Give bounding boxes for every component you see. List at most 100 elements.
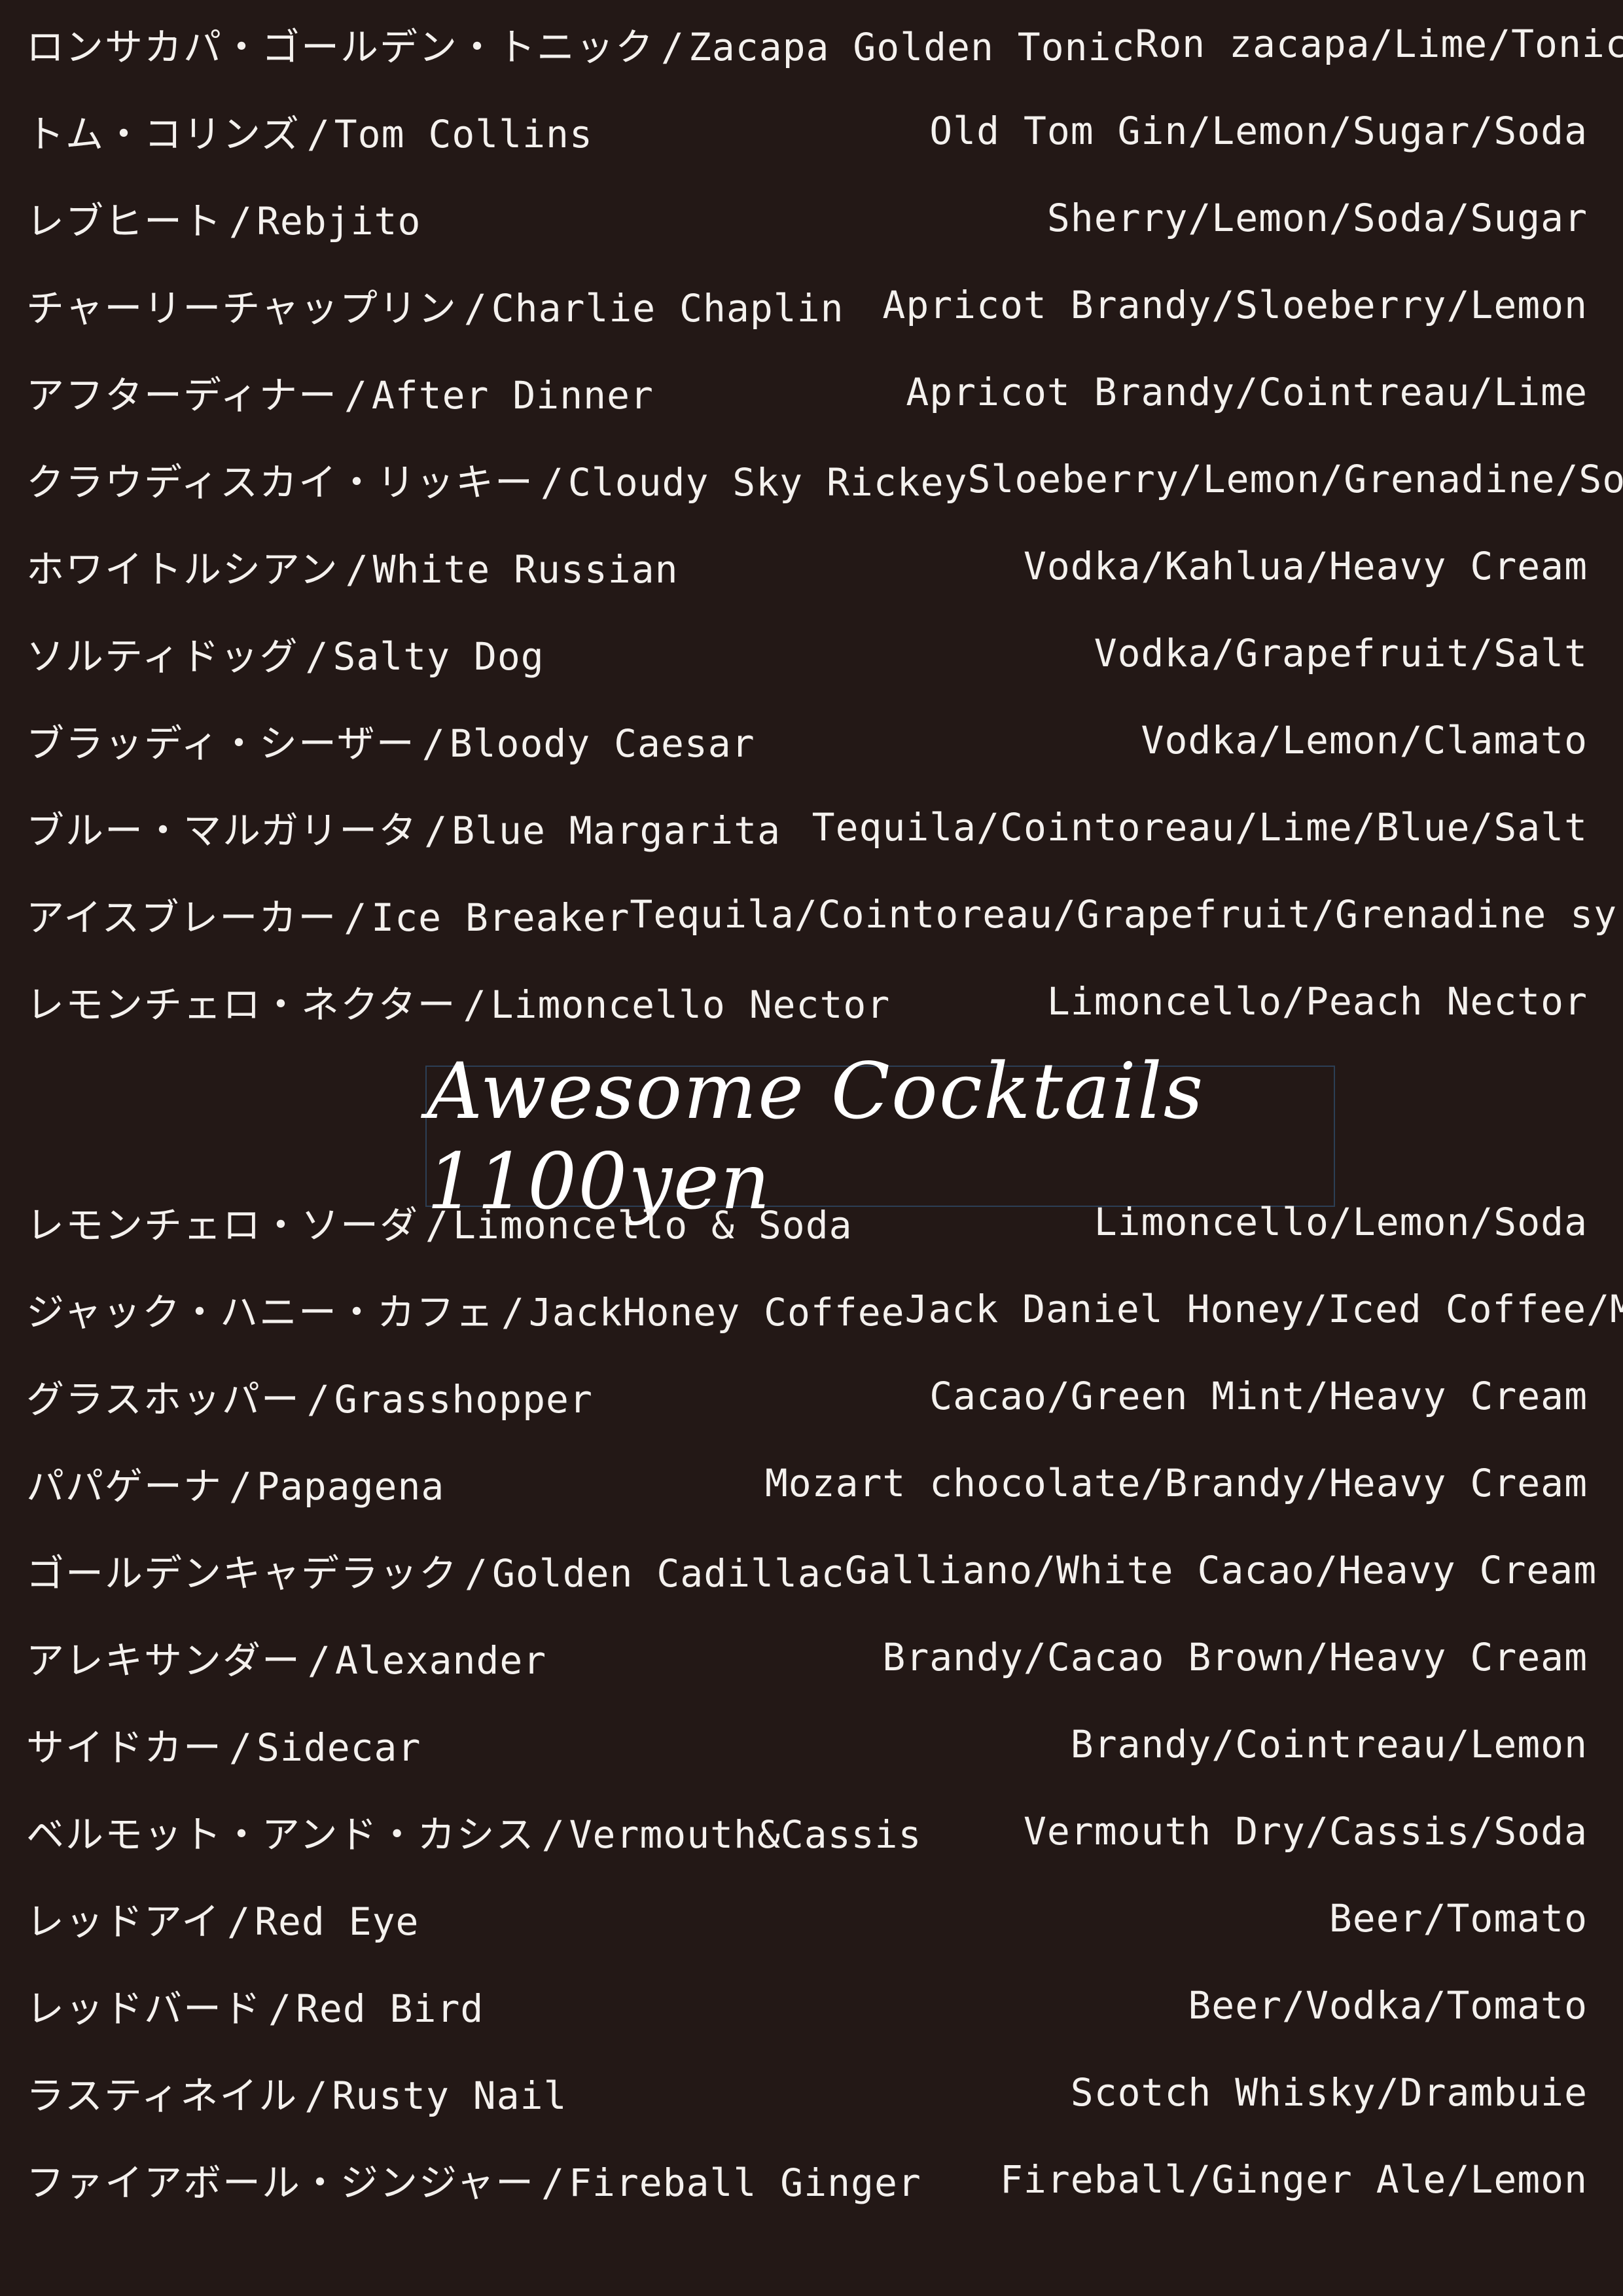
cocktail-name-en: After Dinner — [371, 372, 654, 418]
name-separator: / — [501, 1289, 525, 1335]
cocktail-name-jp: アイスブレーカー — [26, 895, 338, 940]
name-separator: / — [661, 24, 685, 69]
cocktail-ingredients: Galliano/White Cacao/Heavy Cream — [844, 1547, 1597, 1592]
cocktail-name-en: Red Bird — [295, 1986, 484, 2031]
menu-item: レモンチェロ・ソーダ / Limoncello & Soda Limoncello/L… — [26, 1178, 1588, 1265]
menu-item: ジャック・ハニー・カフェ / JackHoney Coffee Jack Daniel… — [26, 1265, 1623, 1352]
cocktail-ingredients: Limoncello/Peach Nector — [1046, 978, 1588, 1024]
cocktail-ingredients: Tequila/Cointoreau/Grapefruit/Grenadine … — [630, 891, 1623, 937]
cocktail-name-jp: チャーリーチャップリン — [26, 285, 457, 331]
cocktail-name-en: Tom Collins — [334, 111, 593, 156]
cocktail-name: アイスブレーカー / Ice Breaker — [26, 887, 630, 942]
cocktail-name: レモンチェロ・ソーダ / Limoncello & Soda — [26, 1194, 853, 1249]
cocktail-name: アフターディナー / After Dinner — [26, 365, 654, 420]
cocktail-ingredients: Apricot Brandy/Sloeberry/Lemon — [882, 282, 1588, 327]
menu-item: ロンサカパ・ゴールデン・トニック / Zacapa Golden Tonic Ron … — [26, 0, 1623, 87]
cocktail-name-en: Vermouth&Cassis — [569, 1812, 922, 1857]
name-separator: / — [541, 2160, 565, 2205]
cocktail-ingredients: Old Tom Gin/Lemon/Sugar/Soda — [929, 108, 1588, 153]
cocktail-name: ロンサカパ・ゴールデン・トニック / Zacapa Golden Tonic — [26, 16, 1135, 71]
cocktail-name-jp: レッドアイ — [26, 1899, 221, 1944]
cocktail-name-jp: グラスホッパー — [26, 1376, 300, 1422]
cocktail-name-en: Golden Cadillac — [491, 1551, 845, 1596]
cocktail-ingredients: Mozart chocolate/Brandy/Heavy Cream — [764, 1460, 1588, 1505]
cocktail-name-en: Zacapa Golden Tonic — [688, 24, 1135, 69]
menu-item: レブヒート / Rebjito Sherry/Lemon/Soda/Sugar — [26, 174, 1588, 261]
menu-item: ブルー・マルガリータ / Blue Margarita Tequila/Cointor… — [26, 783, 1588, 870]
cocktail-name-jp: パパゲーナ — [26, 1463, 223, 1509]
cocktail-name-jp: レブヒート — [26, 198, 223, 243]
cocktail-name-en: JackHoney Coffee — [528, 1289, 905, 1335]
menu-item: ラスティネイル / Rusty Nail Scotch Whisky/Drambuie — [26, 2049, 1588, 2136]
cocktail-ingredients: Brandy/Cacao Brown/Heavy Cream — [882, 1634, 1588, 1679]
name-separator: / — [463, 285, 488, 331]
cocktail-name-jp: サイドカー — [26, 1725, 223, 1770]
menu-item: クラウディスカイ・リッキー / Cloudy Sky Rickey Sloeberry… — [26, 435, 1623, 522]
menu-item: レッドバード / Red Bird Beer/Vodka/Tomato — [26, 1962, 1588, 2049]
cocktail-name: ゴールデンキャデラック / Golden Cadillac — [26, 1543, 845, 1598]
name-separator: / — [541, 1812, 565, 1857]
menu-item: アレキサンダー / Alexander Brandy/Cacao Brown/Heav… — [26, 1613, 1588, 1700]
cocktail-name: ファイアボール・ジンジャー / Fireball Ginger — [26, 2152, 921, 2207]
cocktail-name-jp: ロンサカパ・ゴールデン・トニック — [26, 24, 655, 69]
name-separator: / — [306, 111, 330, 156]
cocktail-ingredients: Ron zacapa/Lime/Tonic — [1135, 21, 1623, 66]
menu-item: ホワイトルシアン / White Russian Vodka/Kahlua/Heavy… — [26, 522, 1588, 609]
cocktail-name-jp: ブルー・マルガリータ — [26, 808, 418, 853]
menu-section-top: ロンサカパ・ゴールデン・トニック / Zacapa Golden Tonic Ron … — [26, 0, 1623, 1045]
name-separator: / — [424, 808, 448, 853]
cocktail-name: チャーリーチャップリン / Charlie Chaplin — [26, 278, 844, 332]
cocktail-name-jp: ラスティネイル — [26, 2073, 298, 2118]
menu-item: ゴールデンキャデラック / Golden Cadillac Galliano/Whit… — [26, 1526, 1596, 1613]
cocktail-name-jp: トム・コリンズ — [26, 111, 300, 156]
cocktail-ingredients: Vermouth Dry/Cassis/Soda — [1023, 1808, 1588, 1854]
name-separator: / — [305, 634, 329, 679]
cocktail-ingredients: Beer/Vodka/Tomato — [1188, 1982, 1588, 2028]
name-separator: / — [229, 1725, 253, 1770]
cocktail-name-en: Ice Breaker — [371, 895, 630, 940]
cocktail-ingredients: Cacao/Green Mint/Heavy Cream — [929, 1373, 1588, 1418]
cocktail-ingredients: Fireball/Ginger Ale/Lemon — [1000, 2157, 1588, 2202]
menu-item: パパゲーナ / Papagena Mozart chocolate/Brandy/He… — [26, 1439, 1588, 1526]
cocktail-name-en: Grasshopper — [334, 1376, 593, 1422]
menu-item: サイドカー / Sidecar Brandy/Cointreau/Lemon — [26, 1700, 1588, 1787]
menu-item: ソルティドッグ / Salty Dog Vodka/Grapefruit/Salt — [26, 609, 1588, 696]
cocktail-ingredients: Sherry/Lemon/Soda/Sugar — [1046, 195, 1588, 240]
cocktail-name-jp: ジャック・ハニー・カフェ — [26, 1289, 495, 1335]
name-separator: / — [540, 459, 564, 505]
cocktail-ingredients: Beer/Tomato — [1329, 1895, 1588, 1941]
name-separator: / — [306, 1376, 330, 1422]
name-separator: / — [344, 895, 368, 940]
cocktail-name-jp: レモンチェロ・ネクター — [26, 982, 457, 1027]
cocktail-name: トム・コリンズ / Tom Collins — [26, 103, 593, 158]
menu-item: ブラッディ・シーザー / Bloody Caesar Vodka/Lemon/Clam… — [26, 696, 1588, 783]
name-separator: / — [268, 1986, 292, 2031]
name-separator: / — [344, 372, 368, 418]
cocktail-name-jp: レモンチェロ・ソーダ — [26, 1202, 419, 1247]
name-separator: / — [345, 547, 369, 592]
cocktail-ingredients: Vodka/Kahlua/Heavy Cream — [1023, 543, 1588, 588]
cocktail-ingredients: Vodka/Grapefruit/Salt — [1094, 630, 1588, 675]
cocktail-name-en: Cloudy Sky Rickey — [567, 459, 968, 505]
cocktail-name-en: Salty Dog — [332, 634, 544, 679]
name-separator: / — [308, 1638, 331, 1683]
cocktail-name: ブラッディ・シーザー / Bloody Caesar — [26, 713, 755, 768]
cocktail-ingredients: Jack Daniel Honey/Iced Coffee/Milk — [904, 1286, 1623, 1331]
cocktail-name-en: White Russian — [372, 547, 679, 592]
cocktail-name-en: Rusty Nail — [332, 2073, 567, 2118]
cocktail-name-jp: アフターディナー — [26, 372, 338, 418]
cocktail-name-jp: レッドバード — [26, 1986, 262, 2031]
cocktail-name-jp: ゴールデンキャデラック — [26, 1551, 459, 1596]
menu-item: ファイアボール・ジンジャー / Fireball Ginger Fireball/Gi… — [26, 2136, 1588, 2223]
cocktail-name-jp: アレキサンダー — [26, 1638, 302, 1683]
menu-item: アイスブレーカー / Ice Breaker Tequila/Cointoreau/G… — [26, 870, 1623, 958]
cocktail-name: ブルー・マルガリータ / Blue Margarita — [26, 800, 781, 855]
cocktail-name-jp: ホワイトルシアン — [26, 547, 339, 592]
cocktail-ingredients: Vodka/Lemon/Clamato — [1141, 717, 1588, 762]
cocktail-name: ジャック・ハニー・カフェ / JackHoney Coffee — [26, 1282, 905, 1336]
cocktail-name-jp: ファイアボール・ジンジャー — [26, 2160, 535, 2205]
cocktail-name-en: Blue Margarita — [452, 808, 781, 853]
cocktail-name-en: Rebjito — [256, 198, 421, 243]
cocktail-name-jp: ベルモット・アンド・カシス — [26, 1812, 535, 1857]
cocktail-name: ホワイトルシアン / White Russian — [26, 539, 679, 594]
